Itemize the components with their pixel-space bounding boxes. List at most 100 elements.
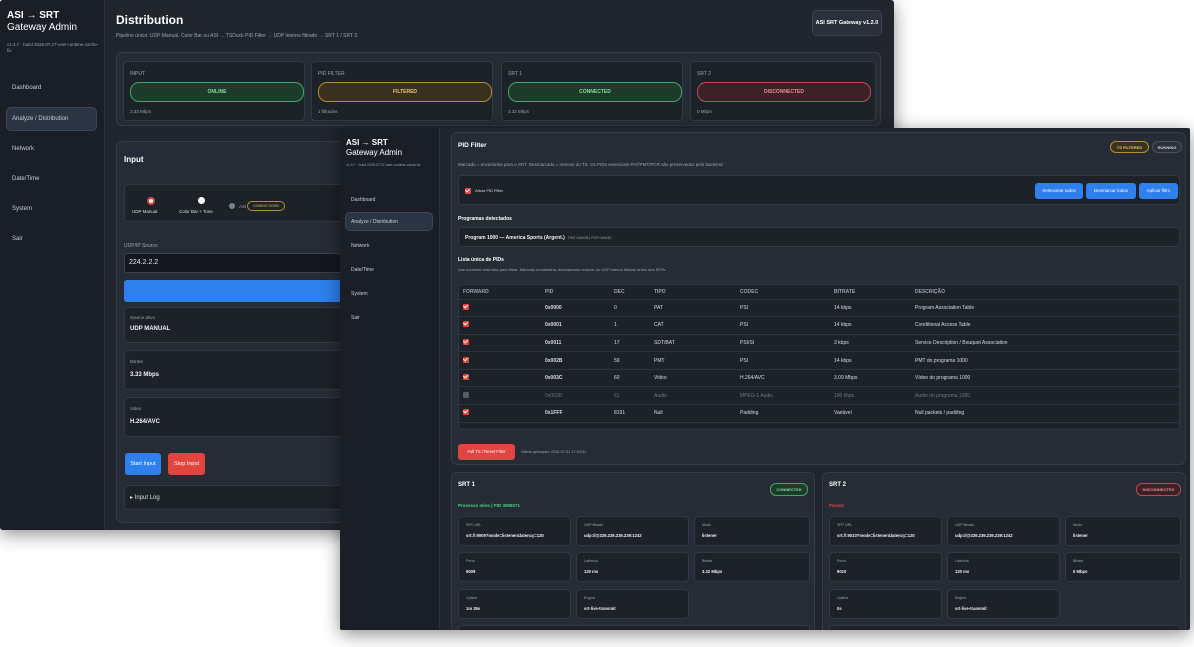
cell-bitrate: 3.09 Mbps [830,369,911,388]
field-label: UDP filtrado [955,523,975,527]
build-version: v1.3.7 · build 2026.07.27-user-runtime-c… [7,42,99,53]
status-title: PID FILTER [318,71,345,77]
srt1-log[interactable] [458,625,810,630]
forward-checkbox[interactable] [463,374,469,381]
forward-checkbox[interactable] [463,391,469,398]
forward-cell [459,351,541,370]
stop-input-button[interactable]: Stop Input [168,453,205,475]
programs-title: Programas detectados [458,216,512,222]
cell-pid: 0x003D [541,386,610,406]
table-row[interactable]: 0x003C 60 Video H.264/AVC 3.09 Mbps Vídeo do … [459,369,1179,388]
cell-desc: Conditional Access Table [911,316,1179,335]
srt2-log[interactable] [829,625,1181,630]
nav-datetime[interactable]: Date/Time [345,261,433,279]
ts-filtered-badge: TS FILTERED [1110,141,1149,153]
pid-filter-title: PID Filter [458,142,487,149]
filter-controls: Ativar PID Filter Selecionar todos Desma… [458,175,1180,205]
program-meta: PMT 0x002B | PCR 0x003C [568,236,612,240]
field-label: Porta [466,559,475,563]
asi-label: ASI [239,204,247,209]
field-value: srt-live-transmit [584,606,616,611]
nav-network[interactable]: Network [345,237,433,255]
nav-system[interactable]: System [6,199,98,221]
cell-bitrate: 14 kbps [830,299,911,318]
forward-checkbox[interactable] [463,321,469,328]
srt1-field: Porta 9009 [458,552,571,582]
brand-line2: Gateway Admin [346,148,403,157]
field-label: Modo [1073,523,1082,527]
sidebar: ASI → SRT Gateway Admin v1.3.7 · build 2… [0,0,105,530]
activate-label: Ativar PID Filter [475,188,504,193]
nav-analyze-distribution[interactable]: Analyze / Distribution [345,212,433,231]
nav-dashboard[interactable]: Dashboard [6,78,98,100]
table-row[interactable]: 0x003D 61 Audio MPEG-1 Audio 190 kbps Audio d… [459,386,1179,406]
col-pid: PID [541,285,610,300]
field-label: UDP filtrado [584,523,604,527]
pid-filter-window: ASI → SRT Gateway Admin v1.3.7 · build 2… [340,128,1190,630]
nav-analyze-distribution[interactable]: Analyze / Distribution [6,107,97,131]
activate-checkbox[interactable] [465,188,471,194]
apply-filter-button[interactable]: Aplicar filtro [1139,183,1178,199]
field-label: Porta [837,559,846,563]
running-badge: RUNNING [1152,141,1182,153]
table-row[interactable]: 0x1FFF 8191 Null Padding Variável Null packet… [459,404,1179,423]
srt2-panel: SRT 2 DISCONNECTED Parado SRT URL srt://:… [822,472,1186,630]
srt1-field: Latência 120 ms [576,552,689,582]
forward-checkbox[interactable] [463,303,469,310]
table-row[interactable]: 0x0001 1 CAT PSI 14 kbps Conditional Access T… [459,316,1179,335]
table-row[interactable]: 0x0000 0 PAT PSI 14 kbps Program Association … [459,299,1179,318]
nav-dashboard[interactable]: Dashboard [345,191,433,209]
forward-checkbox[interactable] [463,409,469,416]
forward-cell [459,369,541,388]
col-dec: DEC [610,285,650,300]
forward-cell [459,334,541,353]
cell-dec: 60 [610,369,650,388]
brand-line2: Gateway Admin [7,22,78,33]
nav-datetime[interactable]: Date/Time [6,169,98,191]
program-item[interactable]: Program 1000 — America Sports (Argent.) … [458,227,1180,247]
field-label: Source ativo [130,315,156,320]
nav-sair[interactable]: Sair [6,229,98,251]
table-header: FORWARD PID DEC TIPO CODEC BITRATE DESCR… [459,285,1179,300]
nav-sair[interactable]: Sair [345,309,433,327]
start-input-button[interactable]: Start Input [125,453,161,475]
srt1-field: Modo listener [694,516,810,546]
table-row[interactable]: 0x002B 59 PMT PSI 14 kbps PMT do programa 100… [459,351,1179,370]
asi-radio[interactable] [229,203,235,209]
field-label: Modo [702,523,711,527]
field-value: 120 ms [584,569,599,574]
deselect-all-button[interactable]: Desmarcar todos [1086,183,1136,199]
cell-tipo: PAT [650,299,736,318]
brand-title: ASI → SRT Gateway Admin [346,138,402,158]
coming-soon-badge: COMING SOON [247,201,285,211]
color-bar-radio[interactable] [198,197,205,204]
cell-pid: 0x0000 [541,299,610,318]
cell-desc: Program Association Table [911,299,1179,318]
srt2-field: Latência 120 ms [947,552,1060,582]
page-title: Distribution [116,13,184,27]
reset-filter-button[interactable]: Full TS / Reset Filter [458,444,515,460]
status-pill: CONNECTED [508,82,682,102]
srt1-panel: SRT 1 CONNECTED Processo ativo | PID 305… [451,472,815,630]
status-rate: 3.33 Mbps [130,109,152,114]
status-rate: 0 Mbps [697,109,712,114]
forward-checkbox[interactable] [463,338,469,345]
nav-system[interactable]: System [345,285,433,303]
cell-dec: 8191 [610,404,650,423]
status-input: INPUT ONLINE 3.33 Mbps [123,61,305,121]
udp-manual-radio[interactable] [147,197,155,205]
cell-desc: Null packets / padding [911,404,1179,423]
nav-network[interactable]: Network [6,139,98,161]
srt1-field: Uptime 1m 39s [458,589,571,619]
select-all-button[interactable]: Selecionar todos [1035,183,1083,199]
brand-line1: ASI → SRT [7,10,60,21]
forward-checkbox[interactable] [463,356,469,363]
cell-pid: 0x1FFF [541,404,610,423]
field-label: Uptime [837,596,849,600]
srt1-title: SRT 1 [458,482,476,488]
build-version: v1.3.7 · build 2026.07.27-user-runtime-c… [346,163,421,167]
status-rate: 1 filtrados [318,109,338,114]
table-row[interactable]: 0x0011 17 SDT/BAT PSI/SI 3 kbps Service Descr… [459,334,1179,353]
program-name: Program 1000 — America Sports (Argent.) [465,235,565,241]
col-descricao: DESCRIÇÃO [911,285,1179,300]
